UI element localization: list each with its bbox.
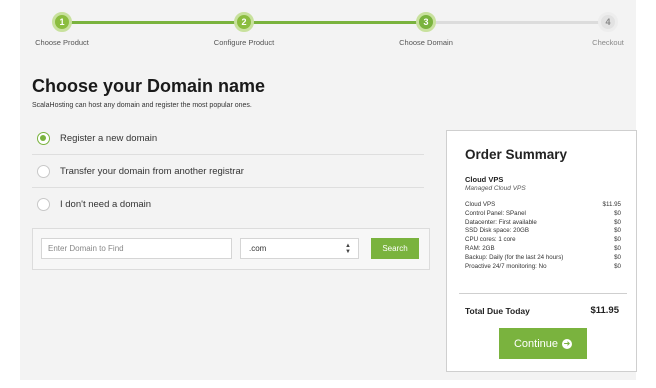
page-subtitle: ScalaHosting can host any domain and reg… [32, 102, 252, 109]
line-label: Backup: Daily (for the last 24 hours) [465, 253, 564, 261]
domain-search-panel: .com ▲▼ Search [32, 228, 430, 270]
summary-line: Proactive 24/7 monitoring: No $0 [465, 263, 621, 272]
tld-selected-value: .com [249, 244, 267, 253]
radio-register-domain[interactable] [37, 131, 50, 145]
product-name: Cloud VPS [465, 175, 504, 184]
step-1-label[interactable]: Choose Product [35, 38, 89, 47]
option-label: Transfer your domain from another regist… [60, 165, 244, 177]
line-label: Datacenter: First available [465, 218, 537, 226]
summary-line: Backup: Daily (for the last 24 hours) $0 [465, 254, 621, 263]
line-value: $0 [614, 244, 621, 252]
step-2-label[interactable]: Configure Product [214, 38, 274, 47]
summary-line-items: Cloud VPS $11.95 Control Panel: SPanel $0 … [465, 201, 621, 271]
option-transfer-domain[interactable]: Transfer your domain from another regist… [32, 155, 424, 188]
line-label: RAM: 2GB [465, 244, 495, 252]
step-3-dot: 3 [416, 12, 436, 32]
continue-label: Continue [513, 337, 559, 350]
summary-line: Cloud VPS $11.95 [465, 201, 621, 210]
line-label: Control Panel: SPanel [465, 209, 526, 217]
total-due-label: Total Due Today [465, 306, 530, 316]
summary-line: Control Panel: SPanel $0 [465, 210, 621, 219]
step-2-dot[interactable]: 2 [234, 12, 254, 32]
line-label: Proactive 24/7 monitoring: No [465, 262, 547, 270]
line-value: $0 [614, 218, 621, 226]
stepper-line-1 [62, 21, 244, 24]
radio-transfer-domain[interactable] [37, 164, 50, 178]
continue-button[interactable]: Continue ➜ [499, 328, 587, 359]
line-value: $0 [614, 262, 621, 270]
option-label: I don't need a domain [60, 199, 152, 210]
domain-search-input[interactable] [41, 238, 232, 259]
line-label: CPU cores: 1 core [465, 236, 516, 244]
summary-line: CPU cores: 1 core $0 [465, 236, 621, 245]
line-label: Cloud VPS [465, 201, 496, 208]
stepper-line-3 [426, 21, 608, 24]
summary-line: RAM: 2GB $0 [465, 245, 621, 254]
stepper-line-2 [244, 21, 426, 24]
tld-select[interactable]: .com ▲ ▼ [240, 238, 359, 259]
line-value: $11.95 [602, 201, 621, 208]
select-arrows-icon: ▲ ▼ [345, 243, 351, 255]
step-3-label: Choose Domain [399, 38, 453, 47]
order-summary: Order Summary Cloud VPS Managed Cloud VP… [446, 130, 637, 372]
line-label: SSD Disk space: 20GB [465, 227, 529, 235]
summary-line: SSD Disk space: 20GB $0 [465, 227, 621, 236]
option-no-domain[interactable]: I don't need a domain [32, 188, 424, 221]
line-value: $0 [614, 227, 621, 235]
domain-options: Register a new domain Transfer your doma… [32, 122, 424, 221]
step-1-dot[interactable]: 1 [52, 12, 72, 32]
search-button[interactable]: Search [371, 238, 419, 259]
option-register-domain[interactable]: Register a new domain [32, 122, 424, 155]
total-due-value: $11.95 [590, 305, 619, 316]
arrow-right-circle-icon: ➜ [562, 338, 573, 349]
summary-divider [459, 293, 627, 294]
radio-no-domain[interactable] [37, 198, 50, 211]
summary-line: Datacenter: First available $0 [465, 219, 621, 228]
checkout-stepper: 1 2 3 4 Choose Product Configure Product… [0, 0, 656, 50]
page-title: Choose your Domain name [32, 76, 266, 96]
line-value: $0 [614, 236, 621, 244]
line-value: $0 [614, 253, 621, 261]
product-subtitle: Managed Cloud VPS [465, 185, 526, 192]
step-4-dot: 4 [598, 12, 618, 32]
step-4-label: Checkout [592, 38, 624, 47]
option-label: Register a new domain [60, 132, 158, 144]
line-value: $0 [614, 209, 621, 217]
order-summary-title: Order Summary [465, 147, 568, 162]
